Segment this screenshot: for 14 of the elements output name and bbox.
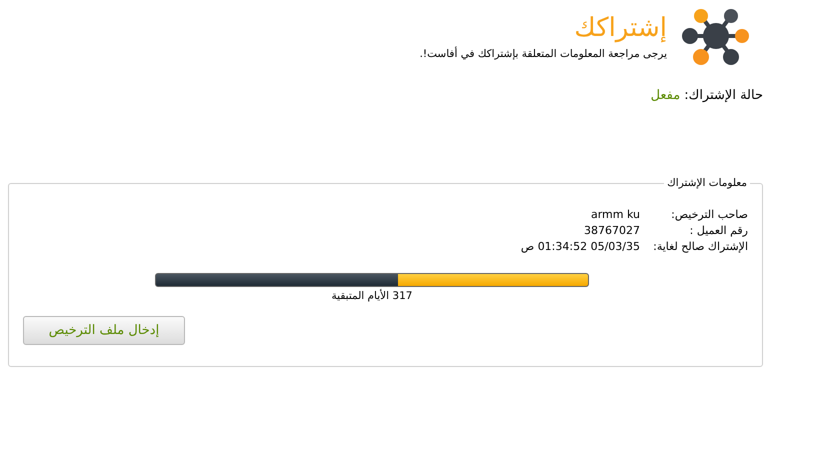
panel-legend: معلومات الإشتراك [664, 177, 750, 189]
info-value: 05/03/35 01:34:52 ص [520, 240, 640, 253]
enter-license-file-button[interactable]: إدخال ملف الترخيص [23, 316, 185, 345]
status-value: مفعل [650, 88, 680, 103]
page-title: إشتراكك [573, 12, 667, 44]
info-value: armm ku [590, 208, 640, 221]
info-value: 38767027 [584, 224, 640, 237]
subtitle-text: يرجى مراجعة المعلومات المتعلقة بإشتراكك في أفاست!. [420, 48, 667, 60]
info-label: الإشتراك صالح لغاية: [652, 240, 748, 253]
network-logo-icon [681, 6, 751, 66]
status-label: حالة الإشتراك: [684, 88, 763, 103]
info-label: صاحب الترخيص: [670, 208, 748, 221]
info-label: رقم العميل : [688, 224, 748, 237]
days-remaining-text: 317 الأيام المتبقية [330, 290, 414, 302]
